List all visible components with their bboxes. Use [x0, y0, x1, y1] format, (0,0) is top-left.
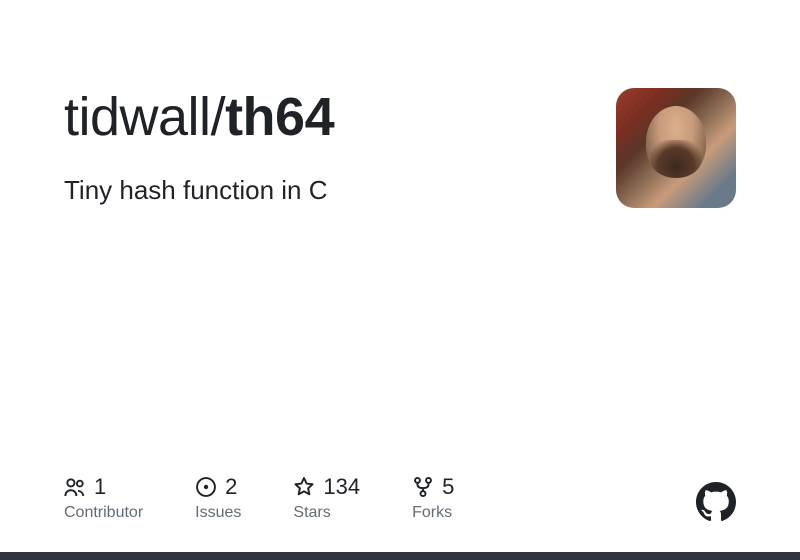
stats-list: 1 Contributor 2 Issues: [64, 474, 454, 522]
stat-label: Issues: [195, 504, 241, 522]
repo-name: th64: [225, 87, 334, 147]
stat-label: Contributor: [64, 504, 143, 522]
stat-stars[interactable]: 134 Stars: [293, 474, 360, 522]
stat-forks[interactable]: 5 Forks: [412, 474, 454, 522]
repo-owner: tidwall: [64, 87, 211, 147]
fork-icon: [412, 476, 434, 498]
stat-count: 5: [442, 474, 454, 500]
people-icon: [64, 476, 86, 498]
slash-separator: /: [211, 87, 226, 147]
issue-icon: [195, 476, 217, 498]
stat-count: 134: [323, 474, 360, 500]
avatar[interactable]: [616, 88, 736, 208]
repo-title: tidwall/th64: [64, 88, 334, 147]
github-logo-icon[interactable]: [696, 482, 736, 522]
repo-description: Tiny hash function in C: [64, 175, 334, 206]
stat-count: 1: [94, 474, 106, 500]
stat-label: Forks: [412, 504, 454, 522]
stat-count: 2: [225, 474, 237, 500]
stat-issues[interactable]: 2 Issues: [195, 474, 241, 522]
star-icon: [293, 476, 315, 498]
stat-label: Stars: [293, 504, 360, 522]
bottom-accent-bar: [0, 552, 800, 560]
stat-contributors[interactable]: 1 Contributor: [64, 474, 143, 522]
